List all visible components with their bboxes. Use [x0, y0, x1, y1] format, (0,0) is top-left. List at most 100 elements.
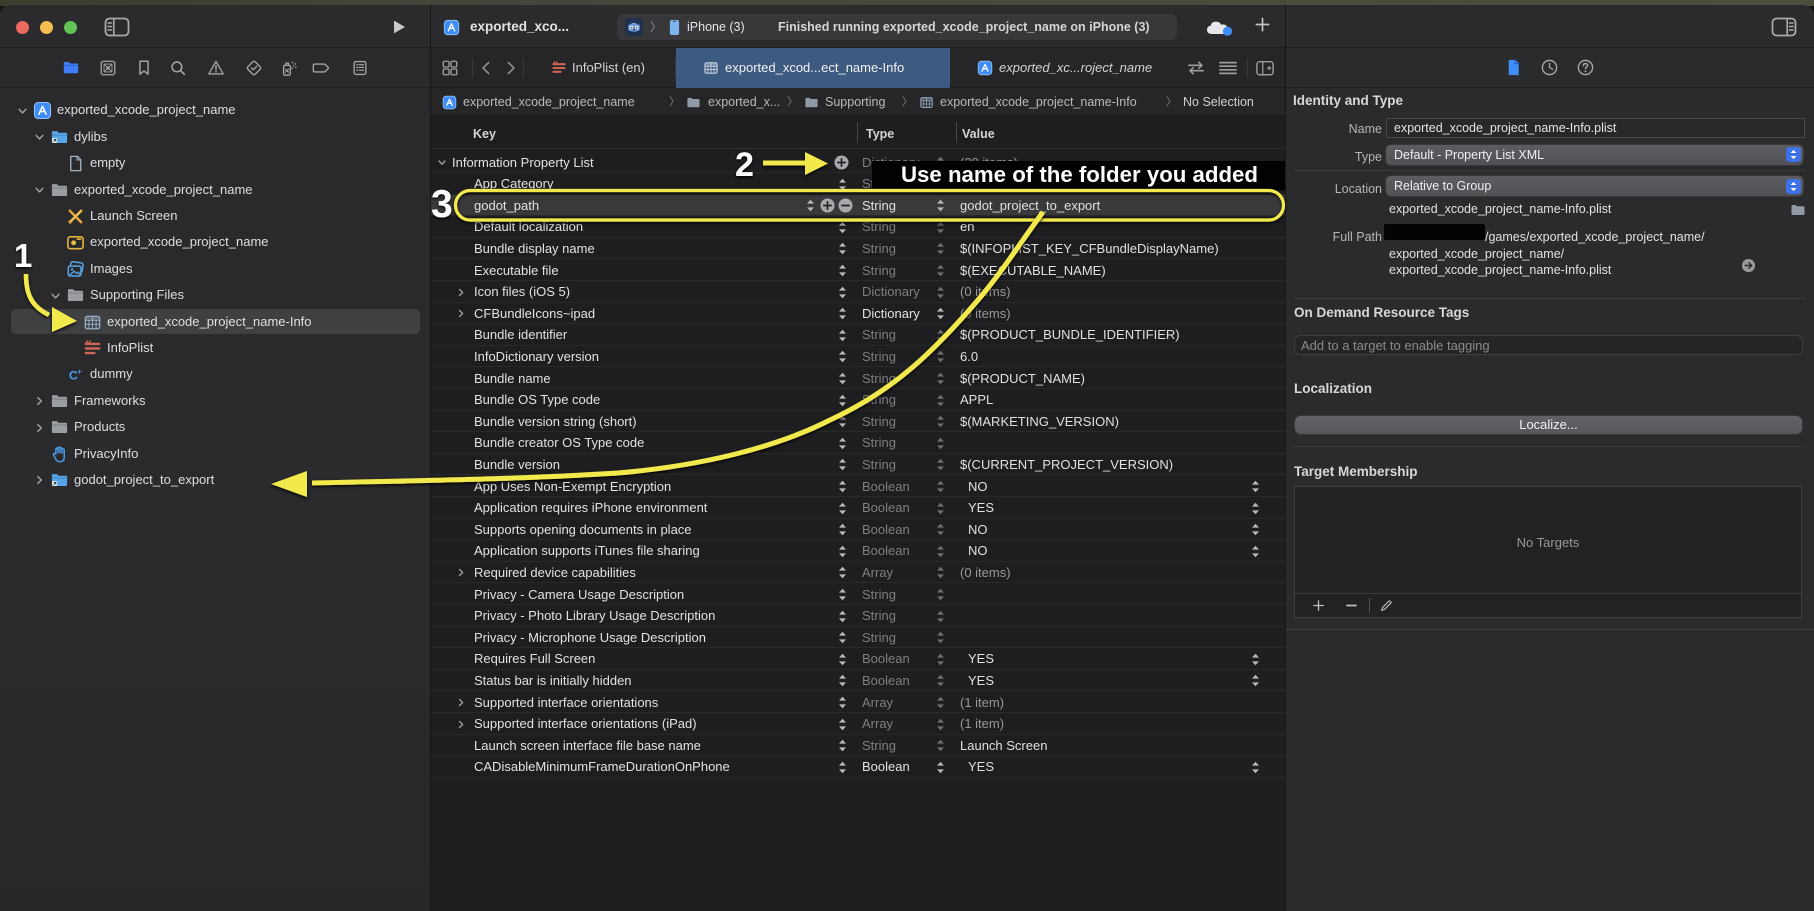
key-stepper-icon[interactable]	[836, 393, 849, 408]
row-disclosure-right-icon[interactable]	[456, 698, 466, 707]
tab-infoplist-en[interactable]: InfoPlist (en)	[530, 48, 675, 88]
plist-row-bundle-version[interactable]: Bundle versionString$(CURRENT_PROJECT_VE…	[431, 454, 1285, 476]
navigator-item-dummy[interactable]: dummy	[0, 361, 430, 387]
editor-inspector-divider[interactable]	[1285, 5, 1286, 911]
value-stepper-icon[interactable]	[1249, 760, 1262, 775]
key-stepper-icon[interactable]	[836, 306, 849, 321]
type-stepper-icon[interactable]	[934, 436, 947, 451]
zoom-button[interactable]	[64, 21, 77, 34]
plist-type[interactable]: String	[862, 238, 896, 260]
type-stepper-icon[interactable]	[934, 673, 947, 688]
type-stepper-icon[interactable]	[934, 630, 947, 645]
type-stepper-icon[interactable]	[934, 717, 947, 732]
navigator-item-exported-xcode-project-name[interactable]: exported_xcode_project_name	[0, 229, 430, 255]
type-dropdown[interactable]: Default - Property List XML	[1386, 145, 1803, 165]
type-stepper-icon[interactable]	[934, 609, 947, 624]
navigator-toggle-icon[interactable]	[104, 16, 130, 38]
key-stepper-icon[interactable]	[836, 760, 849, 775]
plist-type[interactable]: String	[862, 627, 896, 649]
navigator-item-exported-xcode-project-name[interactable]: exported_xcode_project_name	[0, 97, 430, 123]
forward-icon[interactable]	[502, 59, 519, 77]
key-stepper-icon[interactable]	[836, 263, 849, 278]
plist-value[interactable]: YES	[968, 756, 994, 778]
cloud-status-icon[interactable]	[1203, 17, 1235, 37]
plist-row-default-localization[interactable]: Default localizationStringen	[431, 216, 1285, 238]
test-navigator-icon[interactable]	[245, 59, 263, 77]
plist-value[interactable]: YES	[968, 497, 994, 519]
key-stepper-icon[interactable]	[836, 328, 849, 343]
library-add-icon[interactable]	[1254, 16, 1271, 33]
help-inspector-icon[interactable]	[1576, 58, 1596, 78]
type-stepper-icon[interactable]	[934, 587, 947, 602]
plist-row-application-supports-itunes-file-sharing[interactable]: Application supports iTunes file sharing…	[431, 540, 1285, 562]
plist-type[interactable]: String	[862, 389, 896, 411]
type-stepper-icon[interactable]	[934, 522, 947, 537]
plist-type[interactable]: Array	[862, 713, 893, 735]
disclosure-down-icon[interactable]	[17, 106, 28, 116]
minimize-button[interactable]	[40, 21, 53, 34]
type-stepper-icon[interactable]	[934, 393, 947, 408]
key-stepper-icon[interactable]	[836, 285, 849, 300]
plist-type[interactable]: String	[862, 454, 896, 476]
type-stepper-icon[interactable]	[934, 155, 947, 170]
tab-project-preview[interactable]: exported_xc...roject_name	[950, 48, 1180, 88]
plist-type[interactable]: Dictionary	[862, 152, 920, 174]
navigator-item-supporting-files[interactable]: Supporting Files	[0, 282, 430, 308]
navigator-item-infoplist[interactable]: InfoPlist	[0, 335, 430, 361]
type-stepper-icon[interactable]	[934, 328, 947, 343]
type-stepper-icon[interactable]	[934, 565, 947, 580]
disclosure-down-icon[interactable]	[34, 185, 45, 195]
plist-value[interactable]: (0 items)	[960, 281, 1011, 303]
plist-row-launch-screen-interface-file-base-name[interactable]: Launch screen interface file base nameSt…	[431, 735, 1285, 757]
scheme-status-pill[interactable]: 〉 iPhone (3) Finished running exported_x…	[617, 14, 1177, 40]
plist-value[interactable]: Launch Screen	[960, 735, 1047, 757]
location-dropdown[interactable]: Relative to Group	[1386, 176, 1803, 196]
navigator-item-privacyinfo[interactable]: PrivacyInfo	[0, 441, 430, 467]
plist-row-supported-interface-orientations[interactable]: Supported interface orientationsArray(1 …	[431, 692, 1285, 714]
breadcrumb-item[interactable]: Supporting	[825, 88, 885, 116]
plist-type[interactable]: String	[862, 216, 896, 238]
navigator-item-images[interactable]: Images	[0, 256, 430, 282]
plist-row-cfbundleicons-ipad[interactable]: CFBundleIcons~ipadDictionary(0 items)	[431, 303, 1285, 325]
remove-row-icon[interactable]	[838, 198, 853, 213]
breakpoint-navigator-icon[interactable]	[310, 59, 328, 77]
plist-value[interactable]: NO	[968, 519, 988, 541]
navigator-editor-divider[interactable]	[430, 5, 431, 911]
project-navigator-icon[interactable]	[62, 59, 80, 77]
plist-type[interactable]: String	[862, 173, 896, 195]
inspector-toggle-icon[interactable]	[1771, 16, 1797, 38]
type-stepper-icon[interactable]	[934, 241, 947, 256]
row-disclosure-right-icon[interactable]	[456, 288, 466, 297]
plist-value[interactable]: APPL	[960, 389, 993, 411]
plist-row-infodictionary-version[interactable]: InfoDictionary versionString6.0	[431, 346, 1285, 368]
navigator-item-dylibs[interactable]: dylibs	[0, 124, 430, 150]
plist-type[interactable]: String	[862, 605, 896, 627]
plist-value[interactable]: YES	[968, 670, 994, 692]
plist-row-bundle-version-string-short-[interactable]: Bundle version string (short)String$(MAR…	[431, 411, 1285, 433]
value-stepper-icon[interactable]	[1249, 652, 1262, 667]
key-stepper-icon[interactable]	[836, 241, 849, 256]
add-editor-icon[interactable]	[1254, 59, 1276, 77]
plist-type[interactable]: Boolean	[862, 540, 910, 562]
plist-row-icon-files-ios-5-[interactable]: Icon files (iOS 5)Dictionary(0 items)	[431, 281, 1285, 303]
type-stepper-icon[interactable]	[934, 220, 947, 235]
resource-tags-input[interactable]: Add to a target to enable tagging	[1294, 335, 1803, 355]
row-disclosure-right-icon[interactable]	[456, 720, 466, 729]
type-stepper-icon[interactable]	[934, 652, 947, 667]
navigator-item-launch-screen[interactable]: Launch Screen	[0, 203, 430, 229]
row-disclosure-right-icon[interactable]	[456, 568, 466, 577]
code-review-icon[interactable]	[1184, 59, 1208, 77]
plist-row-application-requires-iphone-environment[interactable]: Application requires iPhone environmentB…	[431, 497, 1285, 519]
navigator-item-exported-xcode-project-name-info[interactable]: exported_xcode_project_name-Info	[0, 309, 430, 335]
key-stepper-icon[interactable]	[836, 630, 849, 645]
plist-value[interactable]: $(CURRENT_PROJECT_VERSION)	[960, 454, 1173, 476]
key-stepper-icon[interactable]	[836, 177, 849, 192]
plist-type[interactable]: Dictionary	[862, 303, 920, 325]
plist-row-app-uses-non-exempt-encryption[interactable]: App Uses Non-Exempt EncryptionBooleanNO	[431, 476, 1285, 498]
key-stepper-icon[interactable]	[836, 587, 849, 602]
value-stepper-icon[interactable]	[1249, 673, 1262, 688]
type-stepper-icon[interactable]	[934, 414, 947, 429]
plist-type[interactable]: String	[862, 368, 896, 390]
key-stepper-icon[interactable]	[836, 220, 849, 235]
type-stepper-icon[interactable]	[934, 479, 947, 494]
